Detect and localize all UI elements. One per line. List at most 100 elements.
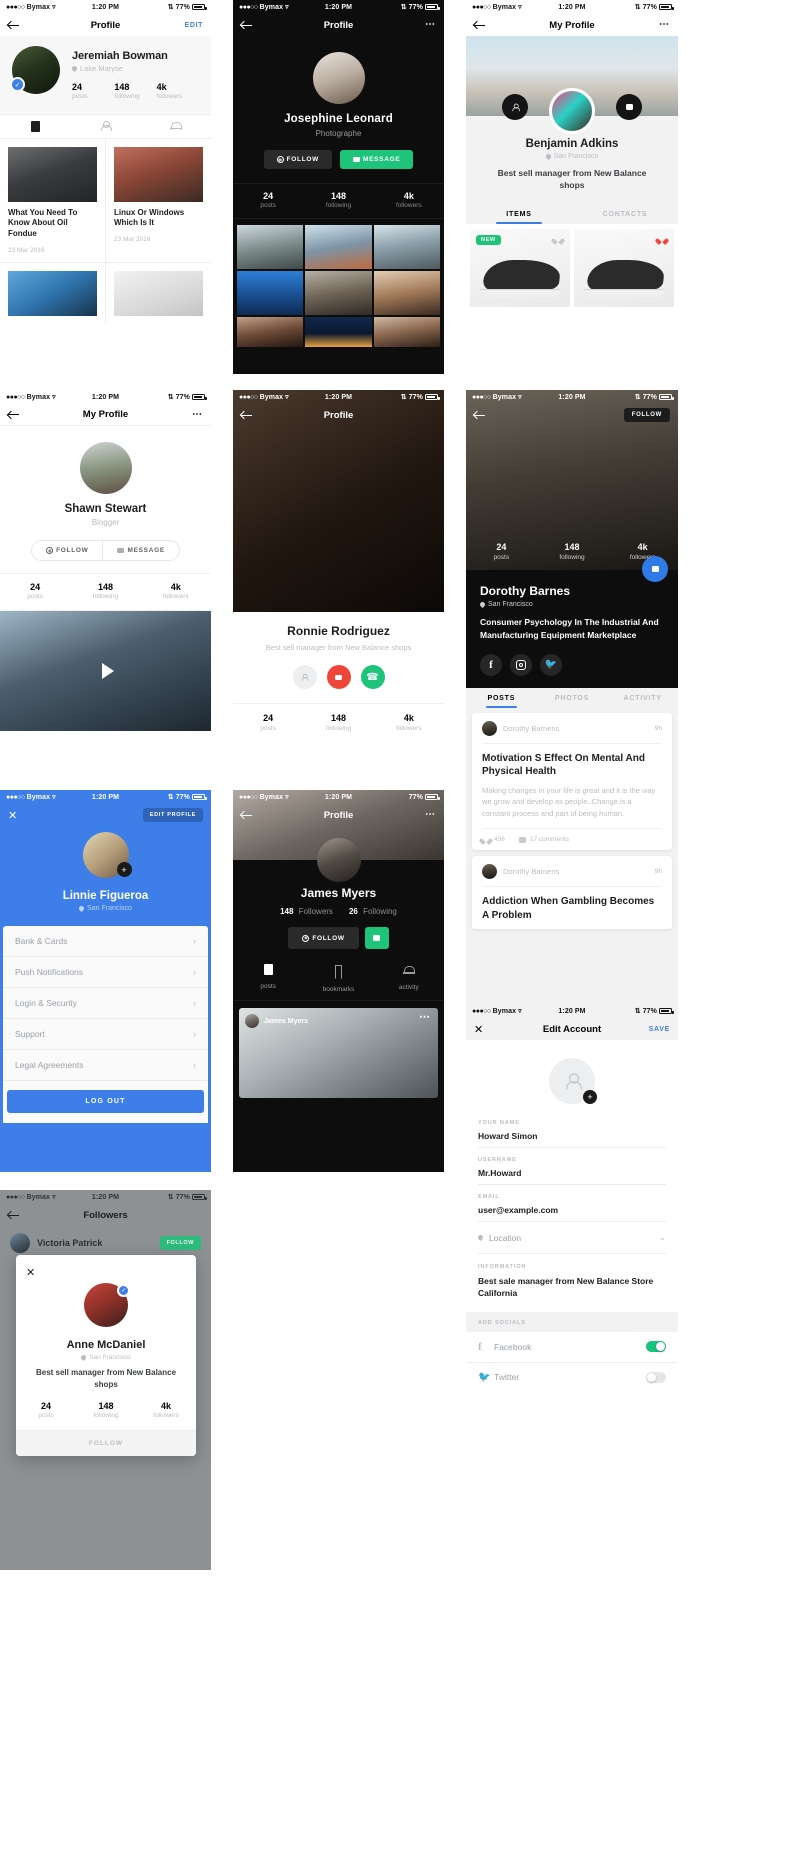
product-card[interactable] <box>574 228 674 307</box>
comment-button[interactable]: 17 comments <box>518 836 569 843</box>
stat-following[interactable]: 148 following <box>303 191 373 211</box>
stat-following[interactable]: 148 following <box>537 542 608 562</box>
stat-followers[interactable]: 4k followers <box>157 82 199 102</box>
gallery-thumbnail[interactable] <box>373 224 440 269</box>
stat-posts[interactable]: 24 posts <box>233 191 303 211</box>
social-row-facebook[interactable]: f Facebook <box>466 1332 678 1363</box>
edit-button[interactable]: EDIT <box>185 22 203 29</box>
gallery-thumbnail[interactable] <box>373 316 440 347</box>
tab-posts[interactable] <box>0 115 70 138</box>
message-fab[interactable] <box>642 556 668 582</box>
logout-button[interactable]: LOG OUT <box>7 1090 204 1113</box>
stat-posts[interactable]: 24 posts <box>72 82 114 102</box>
message-button[interactable] <box>616 94 642 120</box>
back-arrow-icon[interactable] <box>241 21 252 30</box>
stat-following[interactable]: 148 following <box>76 1401 136 1421</box>
product-card[interactable]: NEW <box>470 228 570 307</box>
back-arrow-icon[interactable] <box>474 411 485 420</box>
field-email[interactable]: EMAIL user@example.com <box>478 1185 666 1222</box>
tab-bookmarks[interactable]: bookmarks <box>303 962 373 993</box>
follow-button[interactable]: FOLLOW <box>159 1236 201 1250</box>
article-card[interactable]: Linux Or Windows Which Is It 23 Mar 2016 <box>106 139 211 262</box>
tab-posts[interactable]: posts <box>233 962 303 993</box>
settings-item-login-security[interactable]: Login & Security › <box>3 988 208 1018</box>
article-card[interactable]: What You Need To Know About Oil Fondue 2… <box>0 138 106 263</box>
close-icon[interactable]: ✕ <box>474 1023 483 1036</box>
stat-posts[interactable]: 24 posts <box>16 1401 76 1421</box>
settings-item-legal-agreements[interactable]: Legal Agreements › <box>3 1050 208 1080</box>
follow-button[interactable]: FOLLOW <box>623 408 670 422</box>
gallery-thumbnail[interactable] <box>305 224 372 269</box>
tab-photos[interactable]: PHOTOS <box>537 688 608 708</box>
message-button[interactable] <box>364 927 389 949</box>
close-icon[interactable]: ✕ <box>8 809 17 822</box>
gallery-thumbnail[interactable] <box>237 316 304 347</box>
stat-followers[interactable]: 4k followers <box>136 1401 196 1421</box>
save-button[interactable]: SAVE <box>649 1026 670 1033</box>
stat-following[interactable]: 148 following <box>303 713 373 733</box>
gallery-thumbnail[interactable] <box>237 224 304 269</box>
twitter-toggle[interactable] <box>646 1371 666 1383</box>
call-button[interactable]: ☎ <box>360 665 385 690</box>
tab-people[interactable] <box>70 115 140 138</box>
more-options-icon[interactable]: ⋯ <box>425 810 436 820</box>
facebook-button[interactable]: f <box>480 653 502 676</box>
follow-button[interactable]: FOLLOW <box>32 541 104 560</box>
stat-posts[interactable]: 24 posts <box>466 542 537 562</box>
back-arrow-icon[interactable] <box>241 411 252 420</box>
more-options-icon[interactable]: ⋯ <box>659 20 670 30</box>
gallery-thumbnail[interactable] <box>373 270 440 315</box>
following-stat[interactable]: 26 Following <box>349 907 397 916</box>
tab-items[interactable]: ITEMS <box>466 204 572 224</box>
message-button[interactable]: MESSAGE <box>103 541 178 560</box>
back-arrow-icon[interactable] <box>8 21 19 30</box>
article-card[interactable] <box>0 263 106 325</box>
more-options-icon[interactable]: ⋯ <box>192 409 203 419</box>
add-contact-button[interactable] <box>292 665 317 690</box>
back-arrow-icon[interactable] <box>241 811 252 820</box>
add-photo-button[interactable]: + <box>583 1090 597 1104</box>
social-row-twitter[interactable]: 🐦 Twitter <box>466 1363 678 1392</box>
follow-button[interactable]: FOLLOW <box>263 150 332 169</box>
gallery-thumbnail[interactable] <box>237 270 304 315</box>
post-card[interactable]: Dorothy Barnens 9h Motivation S Effect O… <box>472 712 672 851</box>
stat-followers[interactable]: 4k followers <box>374 713 444 733</box>
instagram-button[interactable] <box>510 653 532 676</box>
video-post[interactable] <box>0 610 211 731</box>
tab-notifications[interactable] <box>141 115 211 138</box>
more-options-icon[interactable]: ⋯ <box>425 20 436 30</box>
field-username[interactable]: USERNAME Mr.Howard <box>478 1148 666 1185</box>
message-button[interactable]: MESSAGE <box>339 150 414 169</box>
back-arrow-icon[interactable] <box>8 1211 19 1220</box>
tab-activity[interactable]: ACTIVITY <box>607 688 678 708</box>
message-button[interactable] <box>326 665 351 690</box>
close-icon[interactable]: ✕ <box>26 1267 35 1279</box>
gallery-thumbnail[interactable] <box>305 316 372 347</box>
stat-posts[interactable]: 24 posts <box>233 713 303 733</box>
back-arrow-icon[interactable] <box>8 410 19 419</box>
stat-followers[interactable]: 4k followers <box>607 542 678 562</box>
favorite-icon[interactable] <box>658 236 666 243</box>
field-information[interactable]: INFORMATION Best sale manager from New B… <box>478 1254 666 1306</box>
settings-item-support[interactable]: Support › <box>3 1019 208 1049</box>
stat-following[interactable]: 148 following <box>114 82 156 102</box>
post-card[interactable]: Dorothy Barnens 9h Addiction When Gambli… <box>472 856 672 930</box>
field-location[interactable]: Location ⌄ <box>476 1222 666 1254</box>
follow-button[interactable]: FOLLOW <box>288 927 359 949</box>
settings-item-push-notifications[interactable]: Push Notifications › <box>3 957 208 987</box>
followers-stat[interactable]: 148 Followers <box>280 907 333 916</box>
stat-followers[interactable]: 4k followers <box>141 582 211 602</box>
gallery-thumbnail[interactable] <box>305 270 372 315</box>
settings-item-bank-cards[interactable]: Bank & Cards › <box>3 926 208 956</box>
stat-following[interactable]: 148 following <box>70 582 140 602</box>
edit-profile-button[interactable]: EDIT PROFILE <box>142 808 203 822</box>
facebook-toggle[interactable] <box>646 1341 666 1353</box>
add-photo-button[interactable]: + <box>116 862 132 877</box>
add-contact-button[interactable] <box>502 94 528 120</box>
tab-posts[interactable]: POSTS <box>466 688 537 708</box>
tab-contacts[interactable]: CONTACTS <box>572 204 678 224</box>
tab-activity[interactable]: activity <box>374 962 444 993</box>
twitter-button[interactable]: 🐦 <box>540 653 562 676</box>
favorite-icon[interactable] <box>554 236 562 243</box>
like-button[interactable]: 456 <box>482 836 505 843</box>
